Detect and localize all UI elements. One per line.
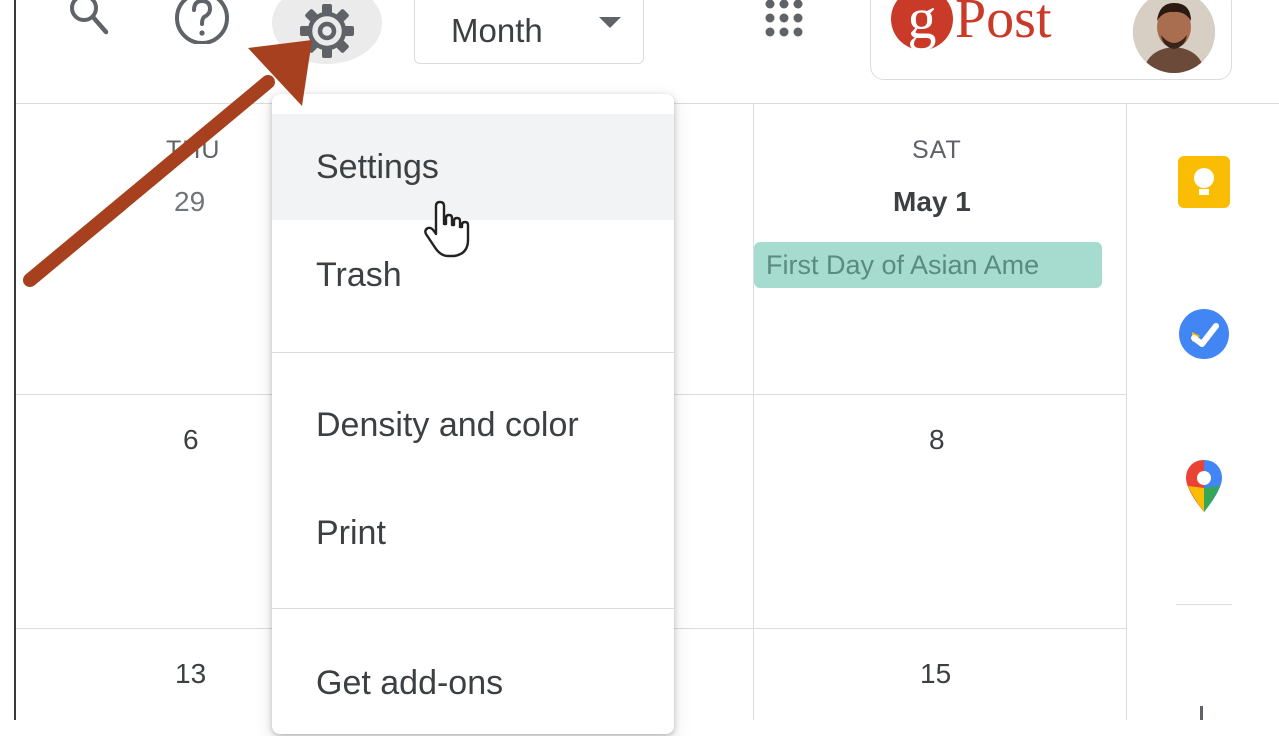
view-select-value: Month — [451, 12, 543, 49]
menu-item-label: Get add-ons — [316, 663, 504, 702]
menu-item-label: Print — [316, 513, 386, 552]
avatar-photo — [1133, 0, 1215, 73]
keep-button[interactable] — [1178, 156, 1230, 208]
date-sat-may-1[interactable]: May 1 — [893, 186, 971, 218]
apps-grid-icon — [765, 0, 803, 37]
menu-divider — [272, 608, 674, 609]
date-thu-6[interactable]: 6 — [183, 424, 199, 456]
day-header-sat: SAT — [912, 136, 962, 164]
date-sat-15[interactable]: 15 — [920, 658, 951, 690]
tasks-icon — [1179, 309, 1229, 359]
account-brand-box[interactable]: g Post — [870, 0, 1232, 80]
add-app-icon[interactable] — [1200, 706, 1203, 720]
date-sat-8[interactable]: 8 — [929, 424, 945, 456]
avatar[interactable] — [1133, 0, 1215, 73]
chevron-down-icon — [599, 17, 621, 28]
menu-item-print[interactable]: Print — [272, 480, 674, 586]
annotation-arrow — [23, 40, 312, 287]
brand-logo-mark: g — [891, 0, 953, 50]
menu-divider — [272, 352, 674, 353]
view-select-dropdown[interactable]: Month — [414, 0, 644, 64]
maps-button[interactable] — [1182, 458, 1226, 516]
event-chip[interactable]: First Day of Asian Ame — [754, 242, 1102, 288]
menu-item-get-add-ons[interactable]: Get add-ons — [272, 630, 674, 736]
google-apps-button[interactable] — [756, 0, 812, 44]
side-panel-separator — [1176, 604, 1232, 605]
menu-item-density-and-color[interactable]: Density and color — [272, 372, 674, 478]
date-thu-13[interactable]: 13 — [175, 658, 206, 690]
keep-icon — [1194, 168, 1214, 195]
menu-item-label: Density and color — [316, 405, 579, 444]
tasks-button[interactable] — [1178, 308, 1230, 360]
hand-cursor-icon — [424, 200, 470, 258]
brand-logo-text: Post — [955, 0, 1052, 50]
maps-icon — [1186, 460, 1222, 512]
day-column-divider — [753, 104, 754, 720]
side-panel-divider — [1126, 104, 1127, 720]
brand-logo: g Post — [891, 0, 1052, 57]
